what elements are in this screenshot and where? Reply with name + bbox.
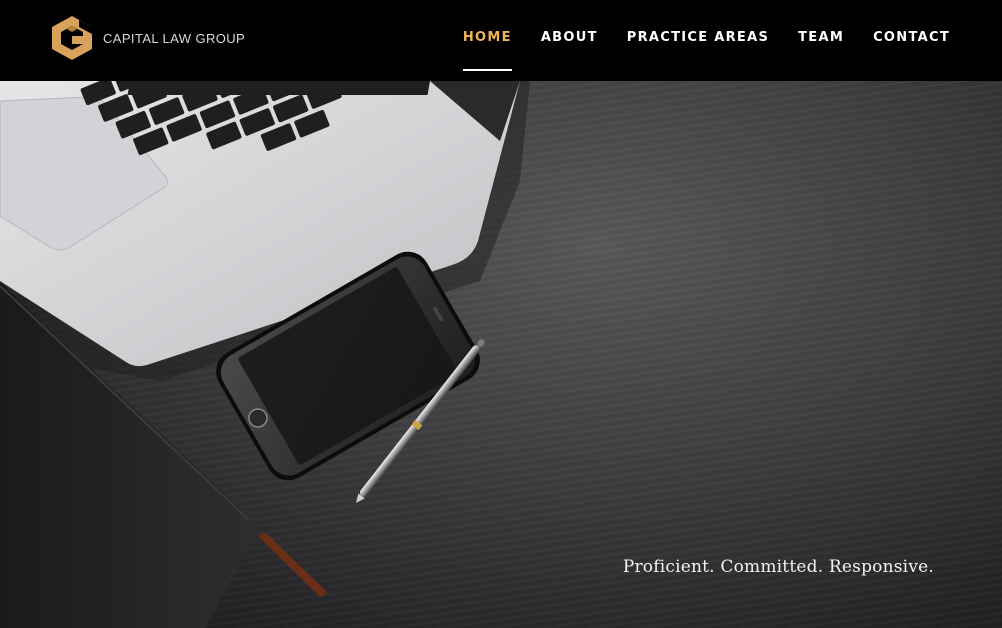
- main-nav: HOME ABOUT PRACTICE AREAS TEAM CONTACT: [434, 0, 950, 81]
- nav-item-label: TEAM: [798, 30, 845, 45]
- hero-desk-image: [0, 81, 530, 628]
- nav-item-label: CONTACT: [873, 30, 950, 45]
- hexagon-g-logo-icon: [52, 16, 92, 60]
- nav-item-contact[interactable]: CONTACT: [873, 0, 950, 81]
- logo[interactable]: CAPITAL LAW GROUP: [49, 14, 245, 62]
- nav-item-team[interactable]: TEAM: [798, 0, 844, 81]
- nav-item-practice-areas[interactable]: PRACTICE AREAS: [627, 0, 769, 81]
- nav-item-label: ABOUT: [540, 30, 598, 45]
- nav-item-label: PRACTICE AREAS: [626, 30, 770, 45]
- nav-item-about[interactable]: ABOUT: [541, 0, 598, 81]
- nav-item-label: HOME: [462, 30, 512, 45]
- brand-name: CAPITAL LAW GROUP: [103, 30, 246, 46]
- active-indicator: [462, 69, 512, 71]
- hero-tagline: Proficient. Committed. Responsive.: [622, 557, 934, 577]
- site-header: CAPITAL LAW GROUP HOME ABOUT PRACTICE AR…: [0, 0, 1002, 81]
- hero-banner: Proficient. Committed. Responsive.: [0, 81, 1002, 628]
- nav-item-home[interactable]: HOME: [462, 0, 512, 81]
